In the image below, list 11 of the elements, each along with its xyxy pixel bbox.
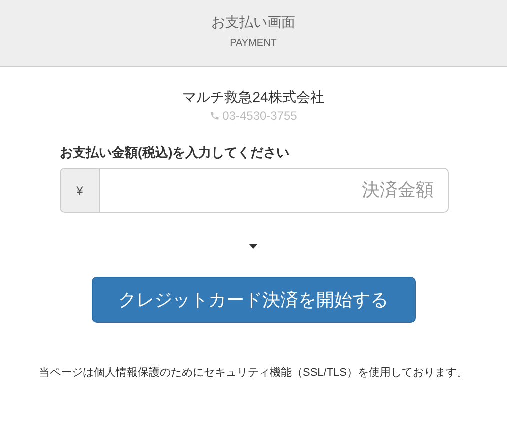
page-title: お支払い画面: [212, 13, 296, 32]
amount-field[interactable]: 決済金額: [100, 168, 449, 213]
caret-down-icon: [249, 244, 258, 249]
start-payment-button[interactable]: クレジットカード決済を開始する: [92, 277, 416, 323]
phone-number: 03-4530-3755: [222, 108, 298, 124]
phone-icon: [210, 111, 220, 121]
page-subtitle: PAYMENT: [230, 37, 277, 51]
currency-prefix: ¥: [60, 168, 100, 213]
amount-label: お支払い金額(税込)を入力してください: [60, 144, 291, 162]
security-note: 当ページは個人情報保護のためにセキュリティ機能（SSL/TLS）を使用しております。: [38, 366, 468, 381]
company-name: マルチ救急24株式会社: [182, 88, 324, 107]
